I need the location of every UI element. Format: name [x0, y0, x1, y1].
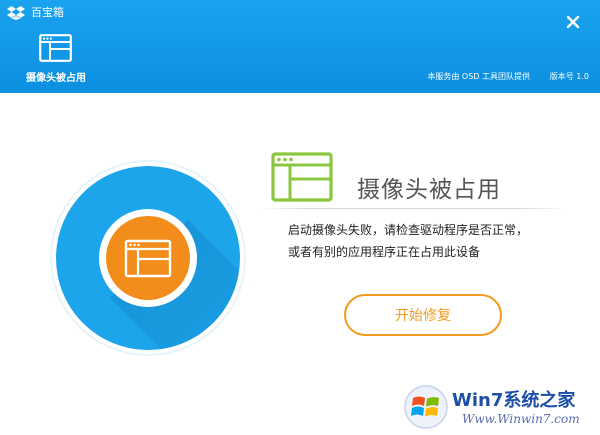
status-title: 摄像头被占用 [357, 177, 501, 203]
service-provider-text: 本服务由 OSD 工具团队提供 [427, 72, 530, 81]
windows-logo-icon [404, 385, 448, 429]
version-text: 版本号 1.0 [549, 72, 589, 81]
app-title: 百宝箱 [31, 6, 64, 19]
dropbox-logo-icon [7, 6, 25, 20]
divider [258, 208, 568, 209]
app-window-icon [271, 152, 333, 202]
status-description: 启动摄像头失败，请检查驱动程序是否正常， 或者有别的应用程序正在占用此设备 [288, 219, 528, 263]
tab-label: 摄像头被占用 [26, 73, 86, 84]
close-icon[interactable] [565, 14, 581, 30]
description-line: 或者有别的应用程序正在占用此设备 [288, 245, 481, 259]
description-line: 启动摄像头失败，请检查驱动程序是否正常， [288, 223, 529, 237]
watermark-url: Www.Winwin7.com [462, 412, 580, 426]
tab-camera-occupied[interactable]: 摄像头被占用 [24, 30, 88, 86]
camera-occupied-illustration [49, 159, 247, 357]
watermark-brand: Win7系统之家 [452, 390, 576, 411]
header-bar: 百宝箱 摄像头被占用 本服务由 OSD 工具团队提供 版本号 1.0 [0, 0, 600, 93]
start-repair-button[interactable]: 开始修复 [344, 294, 502, 336]
app-window-icon [39, 34, 72, 62]
